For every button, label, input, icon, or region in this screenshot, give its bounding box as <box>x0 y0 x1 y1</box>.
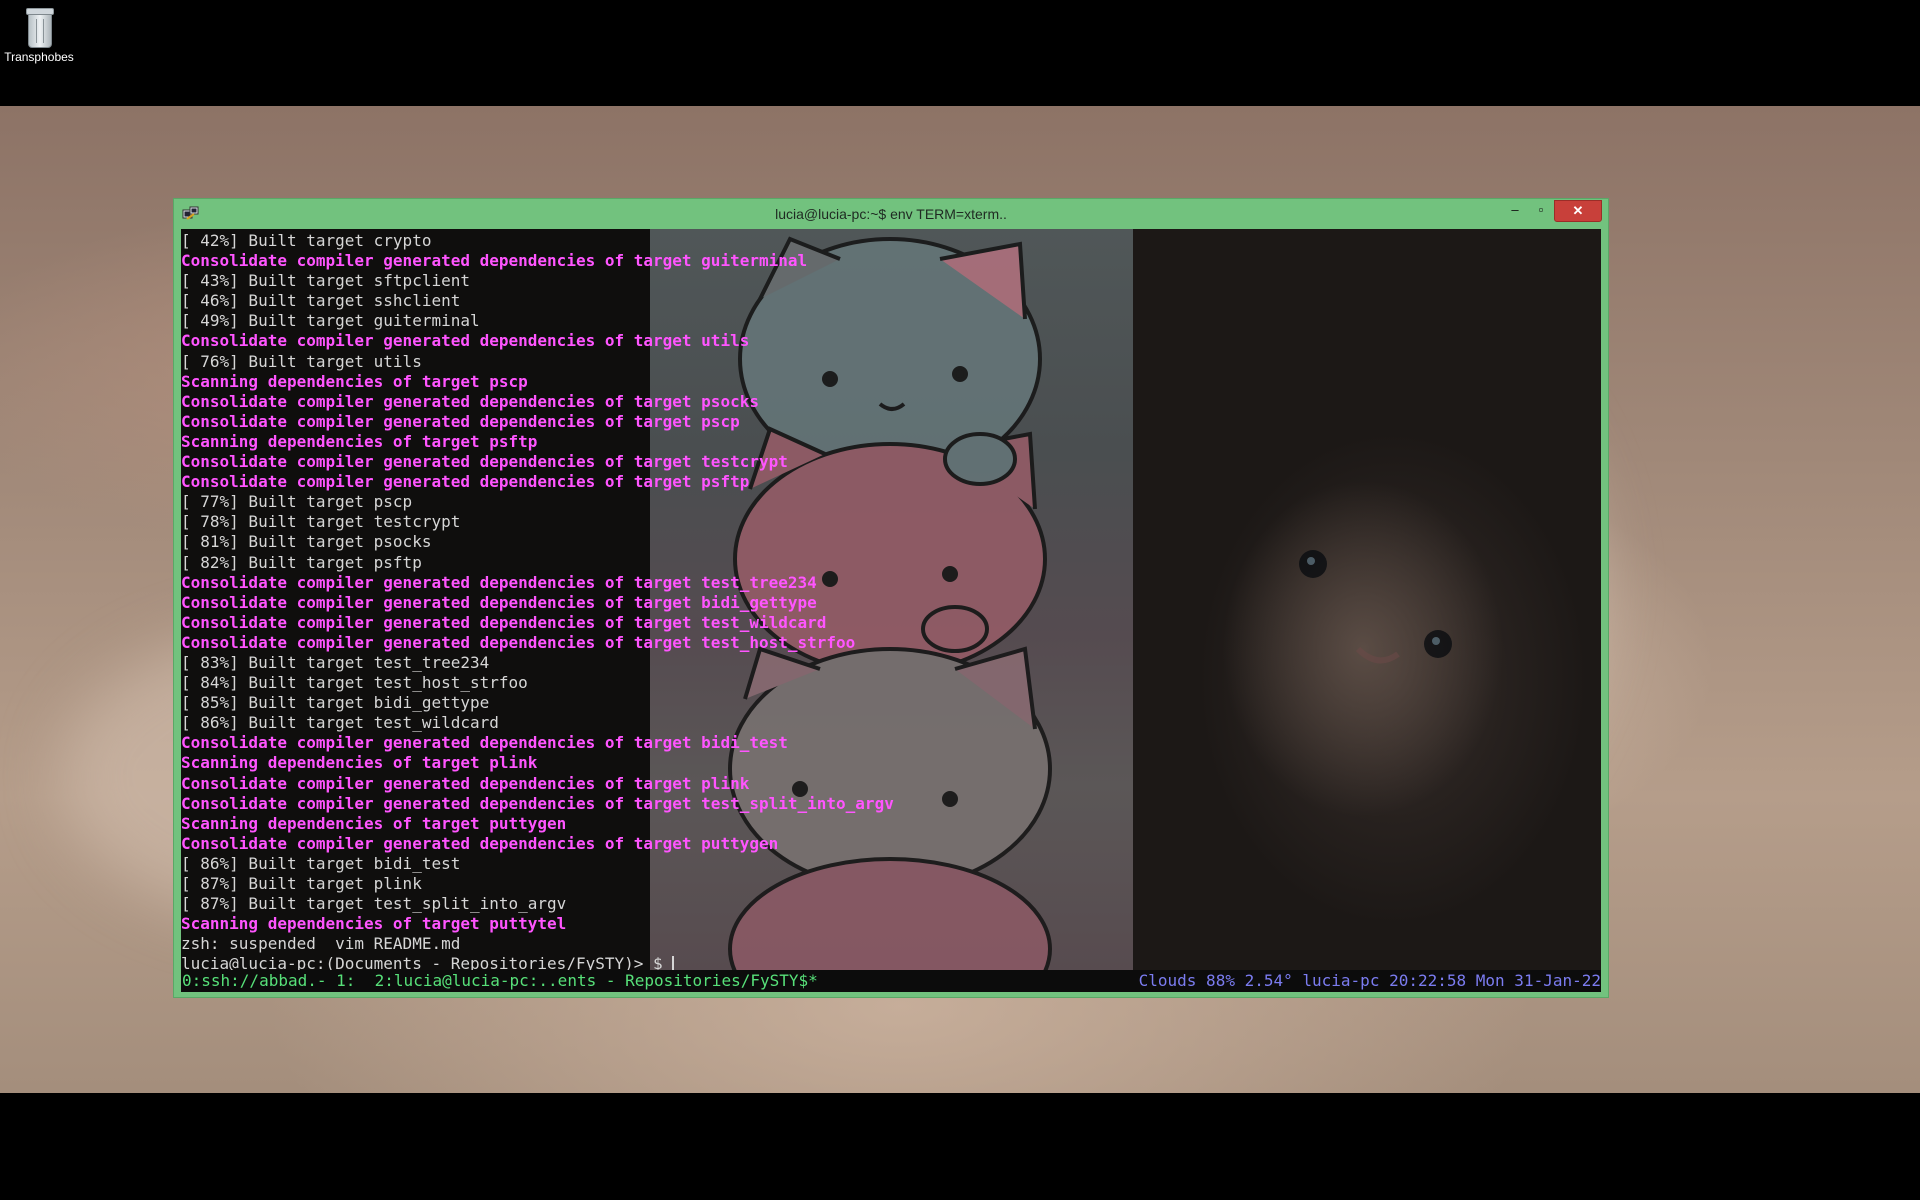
terminal-line: [ 81%] Built target psocks <box>181 532 432 552</box>
terminal-line: Consolidate compiler generated dependenc… <box>181 632 856 652</box>
terminal-line: Scanning dependencies of target plink <box>181 753 538 773</box>
terminal-line: [ 43%] Built target sftpclient <box>181 271 470 291</box>
kitten-face-illustration <box>1299 550 1452 664</box>
terminal-line: Scanning dependencies of target puttygen <box>181 813 567 833</box>
terminal-line: Scanning dependencies of target psftp <box>181 431 538 451</box>
recycle-bin-icon <box>24 6 54 48</box>
terminal-line: Consolidate compiler generated dependenc… <box>181 251 808 271</box>
terminal-area[interactable]: [ 42%] Built target crypto Consolidate co… <box>181 229 1601 992</box>
terminal-line: [ 86%] Built target test_wildcard <box>181 713 499 733</box>
minimize-button[interactable]: – <box>1502 200 1528 220</box>
terminal-line: [ 77%] Built target pscp <box>181 492 413 512</box>
terminal-line: zsh: suspended vim README.md <box>181 934 461 954</box>
terminal-window[interactable]: lucia@lucia-pc:~$ env TERM=xterm.. – ▫ ✕ <box>173 198 1609 998</box>
terminal-line: [ 87%] Built target plink <box>181 874 422 893</box>
close-button[interactable]: ✕ <box>1554 200 1602 222</box>
terminal-line: Consolidate compiler generated dependenc… <box>181 773 750 793</box>
window-titlebar[interactable]: lucia@lucia-pc:~$ env TERM=xterm.. – ▫ ✕ <box>174 199 1608 229</box>
terminal-line: [ 82%] Built target psftp <box>181 552 422 572</box>
terminal-line: [ 42%] Built target crypto <box>181 231 432 250</box>
terminal-line: Consolidate compiler generated dependenc… <box>181 833 779 853</box>
terminal-background-kitten-image <box>1133 229 1601 970</box>
terminal-line: Consolidate compiler generated dependenc… <box>181 452 788 472</box>
window-title: lucia@lucia-pc:~$ env TERM=xterm.. <box>775 206 1007 222</box>
terminal-line: Scanning dependencies of target pscp <box>181 371 528 391</box>
terminal-line: Consolidate compiler generated dependenc… <box>181 612 827 632</box>
terminal-line: [ 78%] Built target testcrypt <box>181 512 461 532</box>
terminal-line: [ 76%] Built target utils <box>181 351 422 371</box>
tmux-window-list[interactable]: 0:ssh://abbad.- 1: 2:lucia@lucia-pc:..en… <box>182 970 818 992</box>
terminal-line: Consolidate compiler generated dependenc… <box>181 572 817 592</box>
terminal-line: Consolidate compiler generated dependenc… <box>181 411 740 431</box>
terminal-line: Consolidate compiler generated dependenc… <box>181 793 894 813</box>
terminal-line: [ 83%] Built target test_tree234 <box>181 652 490 672</box>
terminal-line: Consolidate compiler generated dependenc… <box>181 592 817 612</box>
terminal-line: Consolidate compiler generated dependenc… <box>181 472 750 492</box>
desktop-icon-label: Transphobes <box>4 50 74 64</box>
terminal-line: [ 85%] Built target bidi_gettype <box>181 693 490 713</box>
terminal-line: [ 49%] Built target guiterminal <box>181 311 480 331</box>
terminal-line: Consolidate compiler generated dependenc… <box>181 331 750 351</box>
terminal-line: Consolidate compiler generated dependenc… <box>181 391 759 411</box>
desktop-icon-recycle-bin[interactable]: Transphobes <box>4 6 74 64</box>
terminal-line: Scanning dependencies of target puttytel <box>181 914 567 934</box>
terminal-line: [ 86%] Built target bidi_test <box>181 853 461 873</box>
tmux-status-info: Clouds 88% 2.54° lucia-pc 20:22:58 Mon 3… <box>1138 971 1601 990</box>
maximize-button[interactable]: ▫ <box>1528 200 1554 220</box>
tmux-status-bar: 0:ssh://abbad.- 1: 2:lucia@lucia-pc:..en… <box>181 970 1601 992</box>
terminal-line: [ 46%] Built target sshclient <box>181 291 461 311</box>
terminal-line: Consolidate compiler generated dependenc… <box>181 733 788 753</box>
terminal-output: [ 42%] Built target crypto Consolidate co… <box>181 231 894 974</box>
terminal-line: [ 87%] Built target test_split_into_argv <box>181 894 567 914</box>
terminal-line: [ 84%] Built target test_host_strfoo <box>181 673 528 693</box>
